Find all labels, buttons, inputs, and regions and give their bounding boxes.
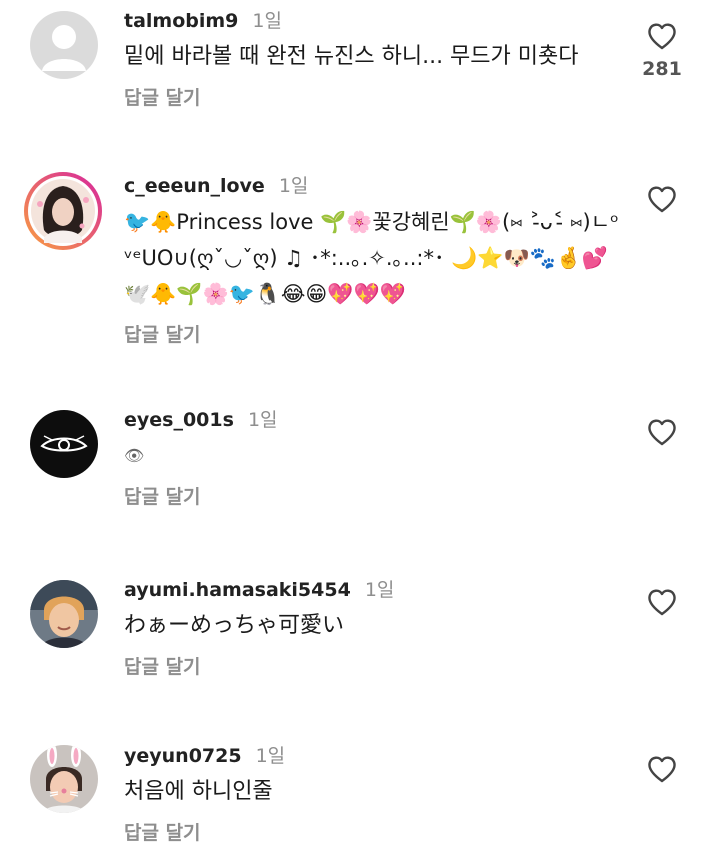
reply-button[interactable]: 답글 달기 (124, 652, 201, 679)
comment-text: わぁーめっちゃ可愛い (124, 613, 345, 638)
like-button[interactable] (645, 185, 679, 217)
like-button[interactable] (645, 418, 679, 450)
timestamp: 1일 (364, 579, 395, 601)
comment-text: 👁 (124, 446, 145, 465)
timestamp: 1일 (247, 409, 278, 431)
comment-text: 처음에 하니인줄 (124, 779, 273, 804)
avatar[interactable] (30, 745, 98, 813)
username[interactable]: eyes_001s (124, 409, 234, 431)
like-count: 281 (642, 58, 682, 80)
reply-button[interactable]: 답글 달기 (124, 482, 201, 509)
username[interactable]: ayumi.hamasaki5454 (124, 579, 351, 601)
avatar[interactable] (30, 11, 98, 79)
default-avatar-icon (30, 11, 98, 79)
comment-item: ayumi.hamasaki5454 1일 わぁーめっちゃ可愛い 답글 달기 (0, 568, 720, 698)
timestamp: 1일 (278, 175, 309, 197)
heart-outline-icon (648, 23, 676, 50)
comment-item: eyes_001s 1일 👁 답글 달기 (0, 398, 720, 538)
like-button[interactable] (645, 755, 679, 787)
like-button[interactable] (645, 22, 679, 54)
timestamp: 1일 (252, 10, 282, 32)
bunny-filter-avatar-icon (30, 745, 98, 813)
heart-outline-icon (648, 419, 676, 446)
heart-outline-icon (648, 756, 676, 783)
heart-outline-icon (648, 186, 676, 213)
comment-text: 밑에 바라볼 때 완전 뉴진스 하니... 무드가 미춋다 (124, 44, 579, 69)
eye-logo-avatar-icon (30, 410, 98, 478)
reply-button[interactable]: 답글 달기 (124, 83, 201, 110)
username[interactable]: yeyun0725 (124, 745, 242, 767)
story-ring-avatar-icon (24, 172, 102, 250)
username[interactable]: talmobim9 (124, 10, 238, 32)
comment-text: 🐦🐥Princess love 🌱🌸꽃강혜린🌱🌸(⑅ ˃̵ᴗ˂̵ ⑅)ㄴᵒᵛᵉᑌ… (124, 210, 619, 306)
avatar[interactable] (30, 410, 98, 478)
timestamp: 1일 (255, 745, 286, 767)
like-button[interactable] (645, 588, 679, 620)
comment-item: talmobim9 1일 밑에 바라볼 때 완전 뉴진스 하니... 무드가 미춋… (0, 0, 720, 150)
reply-button[interactable]: 답글 달기 (124, 818, 201, 845)
avatar[interactable] (30, 580, 98, 648)
comment-item: yeyun0725 1일 처음에 하니인줄 답글 달기 (0, 735, 720, 862)
photo-avatar-icon (30, 580, 98, 648)
heart-outline-icon (648, 589, 676, 616)
avatar[interactable] (22, 170, 104, 252)
reply-button[interactable]: 답글 달기 (124, 320, 201, 347)
comment-item: c_eeeun_love 1일 🐦🐥Princess love 🌱🌸꽃강혜린🌱🌸(… (0, 165, 720, 365)
username[interactable]: c_eeeun_love (124, 175, 265, 197)
